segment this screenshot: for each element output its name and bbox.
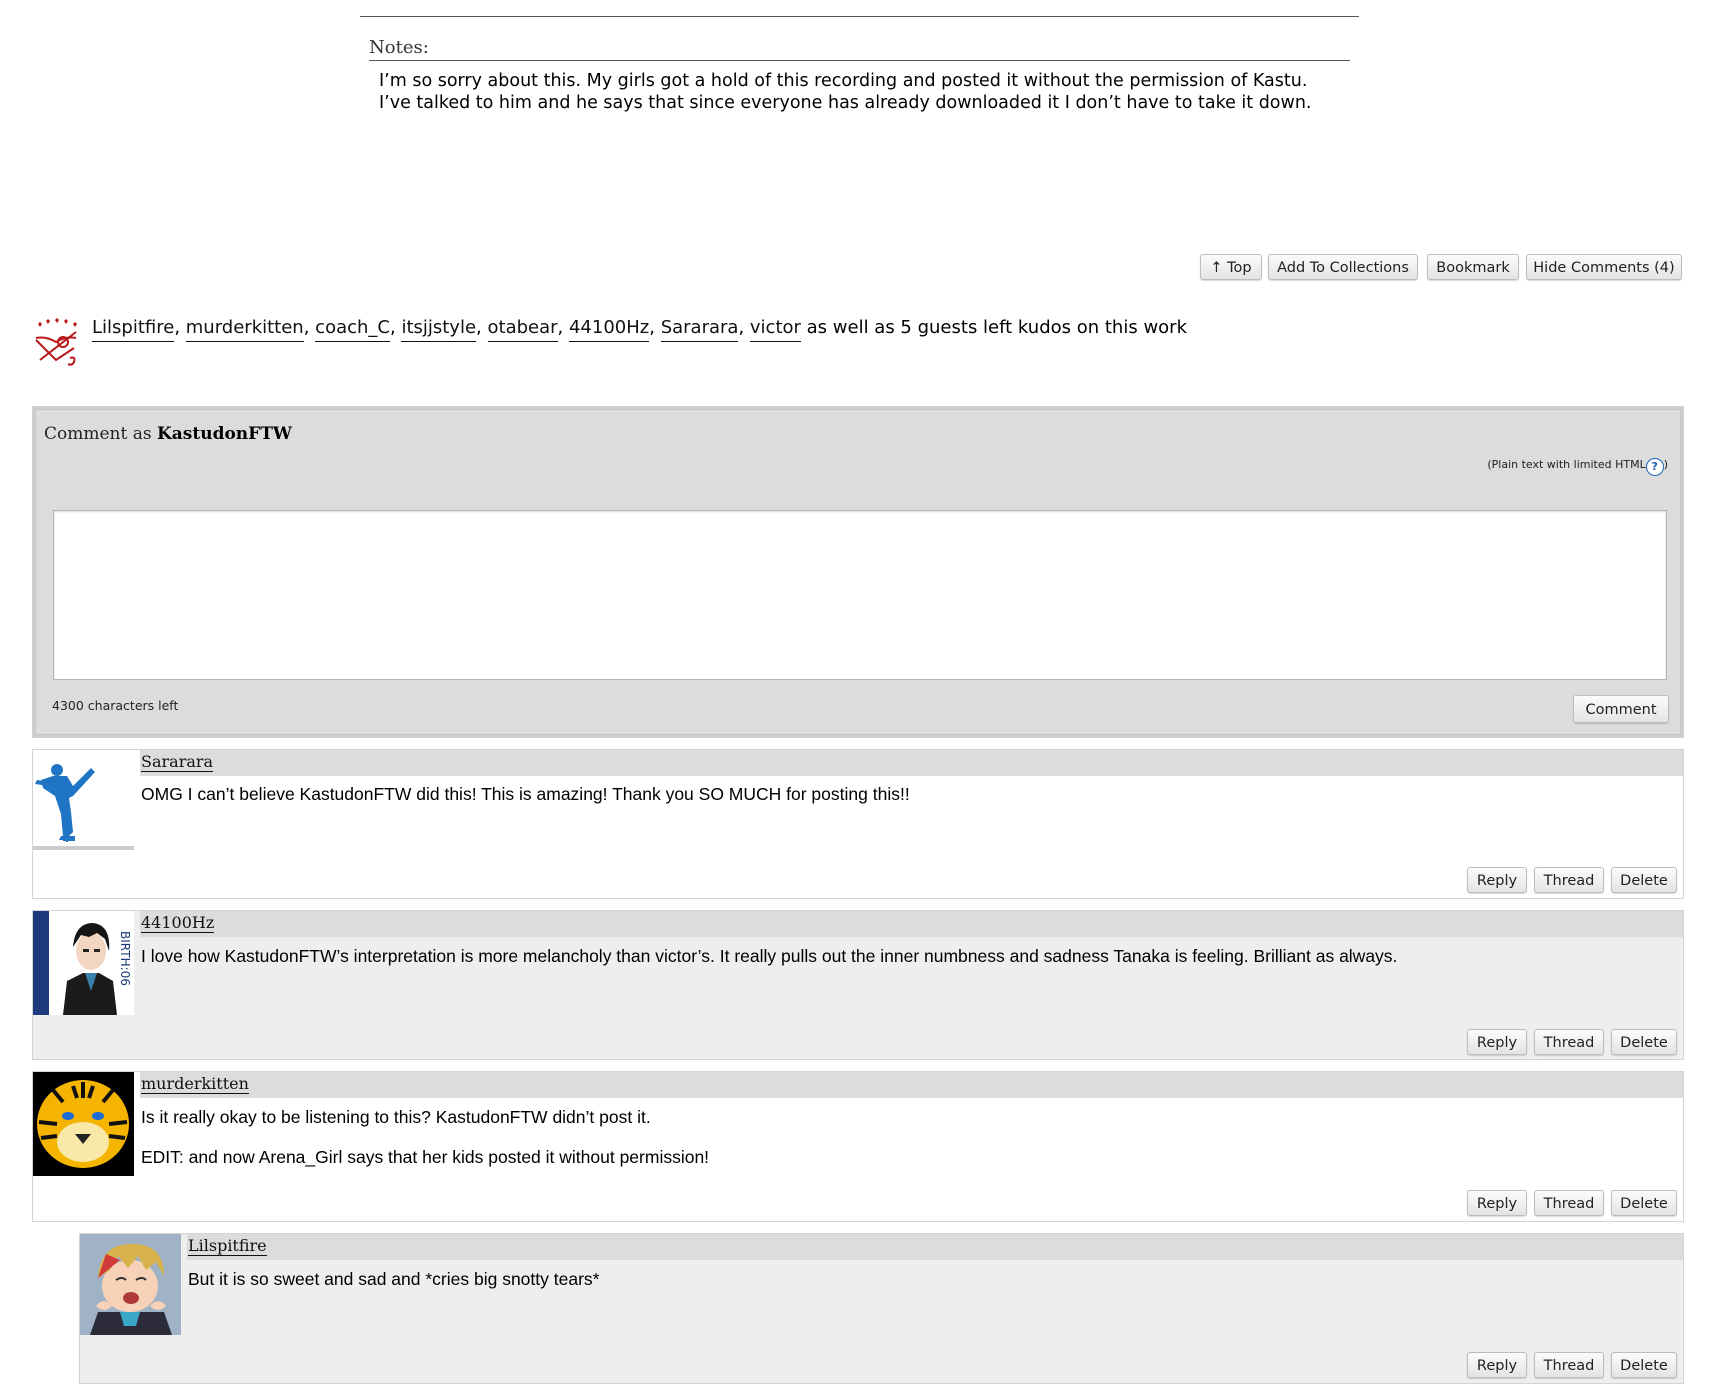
thread-button[interactable]: Thread [1534,1190,1604,1216]
comment-header: Lilspitfire [187,1234,1683,1260]
hide-comments-button[interactable]: Hide Comments (4) [1526,254,1682,280]
top-divider [360,16,1359,17]
kudos-user-murderkitten[interactable]: murderkitten [185,317,304,342]
comment-as-username: KastudonFTW [157,424,292,444]
comment-as-label: Comment as KastudonFTW [44,424,292,444]
comment-text: But it is so sweet and sad and *cries bi… [188,1269,600,1289]
delete-button[interactable]: Delete [1611,1352,1677,1378]
comment-reply-item: Lilspitfire But it is so sweet and sad a… [79,1233,1684,1384]
comment-textarea[interactable] [53,510,1667,680]
thread-button[interactable]: Thread [1534,1352,1604,1378]
kudos-user-44100hz[interactable]: 44100Hz [568,317,650,342]
format-note-close: ) [1663,458,1668,471]
add-to-collections-button[interactable]: Add To Collections [1268,254,1418,280]
comment-header: 44100Hz [140,911,1683,937]
avatar [33,750,134,854]
comment-header: Sararara [140,750,1683,776]
comment-text: EDIT: and now Arena_Girl says that her k… [141,1147,710,1167]
comment-item: BIRTH:06 44100Hz I love how KastudonFTW’… [32,910,1684,1060]
delete-button[interactable]: Delete [1611,1029,1677,1055]
thread-button[interactable]: Thread [1534,867,1604,893]
format-note: (Plain text with limited HTML?) [1380,458,1668,476]
crying-anime-character-icon [80,1234,181,1335]
tiger-face-icon [33,1072,134,1176]
comment-item: murderkitten Is it really okay to be lis… [32,1071,1684,1222]
kudos-heart-icon [32,318,82,368]
notes-heading: Notes: [369,37,1350,61]
comment-text: I love how KastudonFTW’s interpretation … [141,946,1398,966]
kudos-user-otabear[interactable]: otabear [487,317,558,342]
reply-button[interactable]: Reply [1467,1029,1527,1055]
avatar: BIRTH:06 [33,911,134,1015]
delete-button[interactable]: Delete [1611,1190,1677,1216]
comment-username[interactable]: 44100Hz [141,914,215,933]
comment-submit-button[interactable]: Comment [1573,695,1669,723]
kudos-list: Lilspitfire, murderkitten, coach_C, itsj… [92,316,1187,342]
avatar [33,1072,134,1176]
reply-button[interactable]: Reply [1467,1352,1527,1378]
svg-text:BIRTH:06: BIRTH:06 [118,931,132,986]
comment-username[interactable]: Sararara [141,753,214,772]
anime-character-icon: BIRTH:06 [33,911,134,1015]
comment-text: OMG I can’t believe KastudonFTW did this… [141,784,910,804]
figure-skater-silhouette-icon [33,764,134,850]
characters-left: 4300 characters left [52,698,179,713]
kudos-user-victor[interactable]: victor [749,317,801,342]
comment-as-prefix: Comment as [44,424,152,444]
kudos-user-lilspitfire[interactable]: Lilspitfire [92,317,175,342]
kudos-user-itsjjstyle[interactable]: itsjjstyle [401,317,477,342]
comment-header: murderkitten [140,1072,1683,1098]
delete-button[interactable]: Delete [1611,867,1677,893]
bookmark-button[interactable]: Bookmark [1427,254,1519,280]
comment-text: Is it really okay to be listening to thi… [141,1107,651,1127]
reply-button[interactable]: Reply [1467,867,1527,893]
kudos-suffix: as well as 5 guests left kudos on this w… [800,317,1187,338]
comment-username[interactable]: murderkitten [141,1075,249,1094]
reply-button[interactable]: Reply [1467,1190,1527,1216]
notes-body: I’m so sorry about this. My girls got a … [379,71,1312,113]
thread-button[interactable]: Thread [1534,1029,1604,1055]
top-button[interactable]: ↑ Top [1200,254,1262,280]
kudos-user-sararara[interactable]: Sararara [660,317,739,342]
kudos-user-coach-c[interactable]: coach_C [315,317,390,342]
format-note-text: (Plain text with limited HTML [1487,458,1646,471]
comment-username[interactable]: Lilspitfire [188,1237,267,1256]
avatar [80,1234,181,1335]
help-icon[interactable]: ? [1645,458,1664,476]
comment-item: Sararara OMG I can’t believe KastudonFTW… [32,749,1684,899]
